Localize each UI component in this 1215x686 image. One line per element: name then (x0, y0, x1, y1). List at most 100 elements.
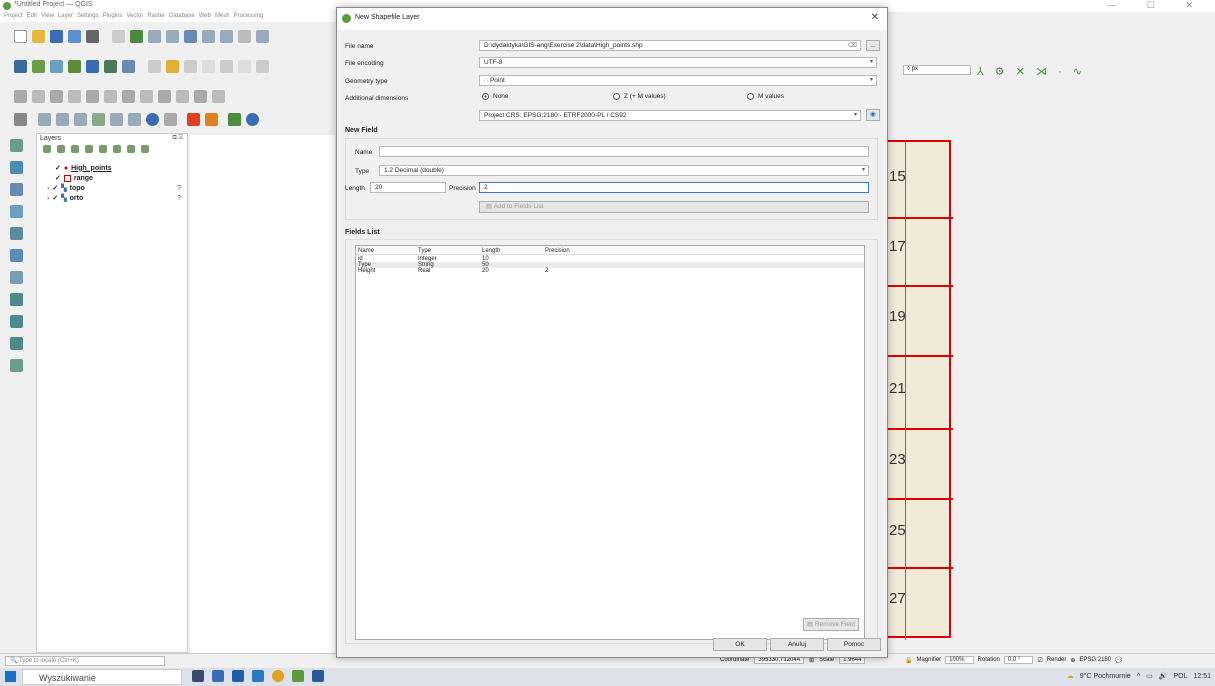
save-edits-icon[interactable] (184, 59, 197, 73)
expand-arrow-icon[interactable]: › (47, 185, 49, 192)
select-value-icon[interactable] (74, 112, 87, 126)
adv-tool-11-icon[interactable] (194, 89, 207, 103)
map-canvas[interactable]: 15 17 19 21 23 25 27 (883, 140, 953, 640)
lock-scale-icon[interactable]: 🔒 (905, 657, 912, 664)
crs-select[interactable]: Project CRS: EPSG:2180 - ETRF2000-PL / C… (479, 110, 861, 121)
menu-item[interactable]: View (41, 13, 54, 19)
filter-legend-icon[interactable] (99, 145, 107, 153)
edit-icon[interactable] (148, 59, 161, 73)
new-project-icon[interactable] (14, 29, 27, 43)
adv-tool-5-icon[interactable] (86, 89, 99, 103)
menu-item[interactable]: Mesh (215, 13, 230, 19)
adv-tool-2-icon[interactable] (32, 89, 45, 103)
select-features-icon[interactable] (56, 112, 69, 126)
expand-icon[interactable] (113, 145, 121, 153)
menu-item[interactable]: Edit (27, 13, 37, 19)
adv-tool-7-icon[interactable] (122, 89, 135, 103)
clock[interactable]: 12:51 (1193, 673, 1211, 680)
layer-orto[interactable]: › ✓ ▚ orto ? (47, 194, 181, 203)
menu-item[interactable]: Project (4, 13, 23, 19)
measure-icon[interactable] (164, 112, 177, 126)
add-delimited-text-icon[interactable] (10, 205, 23, 218)
adv-tool-9-icon[interactable] (158, 89, 171, 103)
menu-item[interactable]: Web (199, 13, 211, 19)
mail-icon[interactable] (252, 670, 264, 682)
layer-topo[interactable]: › ✓ ▚ topo ? (47, 184, 181, 193)
window-controls[interactable]: — ☐ ✕ (1107, 0, 1207, 11)
cloud-icon[interactable] (246, 112, 259, 126)
menu-item[interactable]: Database (169, 13, 195, 19)
tray-arrow-icon[interactable]: ^ (1137, 673, 1140, 680)
task-view-icon[interactable] (192, 670, 204, 682)
close-icon[interactable]: ✕ (871, 12, 879, 23)
plugin-icon[interactable] (14, 112, 27, 126)
vertex-tool-icon[interactable] (238, 59, 251, 73)
col-length-header[interactable]: Length (482, 248, 500, 254)
col-precision-header[interactable]: Precision (545, 248, 570, 254)
zoom-in-icon[interactable] (148, 29, 161, 43)
open-project-icon[interactable] (32, 29, 45, 43)
weather-text[interactable]: 9°C Pochmurnie (1080, 673, 1131, 680)
checkbox-checked-icon[interactable]: ✓ (52, 184, 58, 192)
zoom-full-icon[interactable] (184, 29, 197, 43)
taskbar-search[interactable]: Wyszukiwanie (22, 669, 182, 685)
clear-icon[interactable]: ⌫ (848, 41, 857, 50)
toggle-editing-icon[interactable] (166, 59, 179, 73)
remove-layer-icon[interactable] (141, 145, 149, 153)
dim-m-radio[interactable]: M values (747, 93, 784, 100)
annotation-icon[interactable] (187, 112, 200, 126)
help-button[interactable]: Pomoc (827, 638, 881, 651)
add-mesh-icon[interactable] (10, 183, 23, 196)
messages-icon[interactable]: 💬 (1115, 657, 1122, 664)
adv-tool-1-icon[interactable] (14, 89, 27, 103)
volume-icon[interactable]: 🔊 (1159, 672, 1168, 680)
zoom-next-icon[interactable] (256, 29, 269, 43)
checkbox-checked-icon[interactable]: ✓ (55, 174, 61, 182)
dim-z-radio[interactable]: Z (+ M values) (613, 93, 666, 100)
px-unit-field[interactable]: ◊ px (903, 65, 971, 75)
save-project-icon[interactable] (50, 29, 63, 43)
add-feature-icon[interactable] (202, 59, 215, 73)
layer-range[interactable]: ✓ range (55, 174, 93, 182)
locator-search-input[interactable]: 🔍 Type to locate (Ctrl+K) (5, 656, 165, 666)
adv-tool-4-icon[interactable] (68, 89, 81, 103)
adv-tool-12-icon[interactable] (212, 89, 225, 103)
explorer-icon[interactable] (212, 670, 224, 682)
add-vector-layer-icon[interactable] (10, 139, 23, 152)
adv-tool-6-icon[interactable] (104, 89, 117, 103)
length-input[interactable]: 20 (370, 182, 446, 193)
zoom-layer-icon[interactable] (202, 29, 215, 43)
browse-button[interactable]: ... (866, 40, 880, 51)
menu-item[interactable]: Vector (126, 13, 143, 19)
add-wcs-icon[interactable] (10, 337, 23, 350)
filter-icon[interactable] (85, 145, 93, 153)
collapse-icon[interactable] (127, 145, 135, 153)
panel-close-icon[interactable]: ⧉ ☒ (173, 135, 183, 142)
crs-globe-icon[interactable]: ⊕ (1070, 657, 1075, 664)
delete-selected-icon[interactable] (256, 59, 269, 73)
weather-icon[interactable]: ☁ (1067, 672, 1074, 680)
pan-to-selection-icon[interactable] (130, 29, 143, 43)
add-postgis-layer-icon[interactable] (10, 249, 23, 262)
add-wfs-icon[interactable] (10, 315, 23, 328)
menu-item[interactable]: Layer (58, 13, 73, 19)
style-manager-icon[interactable] (86, 29, 99, 43)
col-type-header[interactable]: Type (418, 248, 431, 254)
adv-tool-3-icon[interactable] (50, 89, 63, 103)
processing-icon[interactable] (228, 112, 241, 126)
remove-field-button[interactable]: ▤ Remove Field (803, 618, 859, 631)
adv-tool-10-icon[interactable] (176, 89, 189, 103)
text-annotation-icon[interactable] (205, 112, 218, 126)
word-icon[interactable] (232, 670, 244, 682)
app-icon[interactable] (312, 670, 324, 682)
checkbox-checked-icon[interactable]: ✓ (52, 194, 58, 202)
dim-none-radio[interactable]: None (482, 93, 509, 100)
language-indicator[interactable]: POL (1173, 673, 1187, 680)
add-raster-icon[interactable] (104, 59, 117, 73)
expand-arrow-icon[interactable]: › (47, 195, 49, 202)
precision-input[interactable]: 2 (479, 182, 869, 193)
new-layer-icon[interactable] (68, 59, 81, 73)
add-delimited-icon[interactable] (50, 59, 63, 73)
fields-table[interactable]: Name Type Length Precision id Integer 10… (355, 245, 865, 640)
file-name-field[interactable]: D:\dydaktyka\GIS-ang\Exercise 2\data\Hig… (479, 40, 861, 51)
